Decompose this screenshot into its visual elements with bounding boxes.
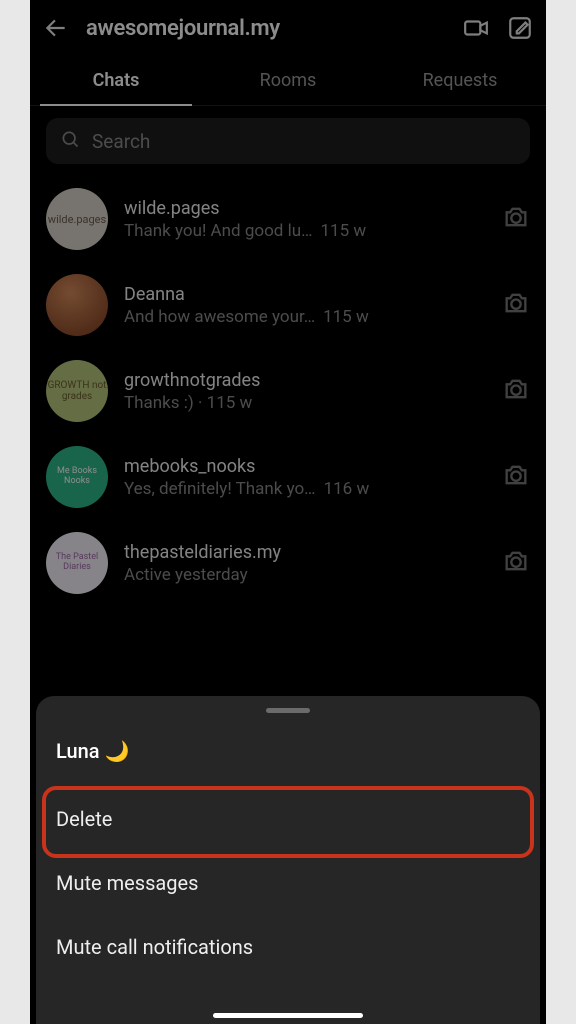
tab-requests[interactable]: Requests: [374, 56, 546, 105]
sheet-item-mute-calls[interactable]: Mute call notifications: [36, 915, 540, 979]
sheet-item-delete[interactable]: Delete: [36, 787, 540, 851]
action-sheet: Luna 🌙 Delete Mute messages Mute call no…: [36, 696, 540, 1024]
chat-name: wilde.pages: [124, 198, 486, 219]
chat-time: 115 w: [320, 221, 366, 241]
chat-name: growthnotgrades: [124, 370, 486, 391]
avatar[interactable]: [46, 274, 108, 336]
chat-row[interactable]: GROWTH not grades growthnotgrades Thanks…: [30, 348, 546, 434]
camera-icon[interactable]: [502, 203, 530, 235]
tab-label: Chats: [93, 70, 140, 91]
tab-label: Rooms: [260, 70, 317, 91]
search-input[interactable]: [92, 130, 516, 153]
new-message-icon[interactable]: [506, 14, 534, 42]
search-bar[interactable]: [46, 118, 530, 164]
chat-row[interactable]: wilde.pages wilde.pages Thank you! And g…: [30, 176, 546, 262]
avatar[interactable]: wilde.pages: [46, 188, 108, 250]
avatar[interactable]: GROWTH not grades: [46, 360, 108, 422]
chat-list: wilde.pages wilde.pages Thank you! And g…: [30, 172, 546, 606]
sheet-item-mute-messages[interactable]: Mute messages: [36, 851, 540, 915]
home-indicator-icon[interactable]: [213, 1013, 363, 1018]
chat-text: mebooks_nooks Yes, definitely! Thank yo……: [124, 456, 486, 499]
chat-time: 115 w: [323, 307, 369, 327]
chat-row[interactable]: Me Books Nooks mebooks_nooks Yes, defini…: [30, 434, 546, 520]
tab-label: Requests: [423, 70, 498, 91]
chat-preview: Yes, definitely! Thank yo…: [124, 479, 316, 499]
video-call-icon[interactable]: [462, 14, 490, 42]
chat-row[interactable]: Deanna And how awesome your… 115 w: [30, 262, 546, 348]
chat-preview: Thanks :) · 115 w: [124, 393, 252, 413]
chat-preview: Active yesterday: [124, 565, 248, 585]
tab-rooms[interactable]: Rooms: [202, 56, 374, 105]
header: awesomejournal.my: [30, 0, 546, 56]
chat-name: mebooks_nooks: [124, 456, 486, 477]
chat-row[interactable]: The Pastel Diaries thepasteldiaries.my A…: [30, 520, 546, 606]
chat-preview: And how awesome your…: [124, 307, 315, 327]
camera-icon[interactable]: [502, 289, 530, 321]
chat-name: thepasteldiaries.my: [124, 542, 486, 563]
avatar[interactable]: The Pastel Diaries: [46, 532, 108, 594]
camera-icon[interactable]: [502, 547, 530, 579]
camera-icon[interactable]: [502, 461, 530, 493]
sheet-title: Luna 🌙: [36, 731, 540, 787]
chat-preview: Thank you! And good lu…: [124, 221, 312, 241]
drag-handle-icon[interactable]: [266, 708, 310, 713]
tabs: Chats Rooms Requests: [30, 56, 546, 106]
avatar[interactable]: Me Books Nooks: [46, 446, 108, 508]
chat-name: Deanna: [124, 284, 486, 305]
chat-text: growthnotgrades Thanks :) · 115 w: [124, 370, 486, 413]
page-title[interactable]: awesomejournal.my: [86, 16, 446, 41]
search-icon: [60, 129, 80, 153]
chat-text: wilde.pages Thank you! And good lu… 115 …: [124, 198, 486, 241]
tab-chats[interactable]: Chats: [30, 56, 202, 105]
app-screen: awesomejournal.my Chats Rooms Requests w…: [30, 0, 546, 1024]
camera-icon[interactable]: [502, 375, 530, 407]
back-icon[interactable]: [42, 14, 70, 42]
chat-text: Deanna And how awesome your… 115 w: [124, 284, 486, 327]
chat-time: 116 w: [324, 479, 370, 499]
chat-text: thepasteldiaries.my Active yesterday: [124, 542, 486, 585]
